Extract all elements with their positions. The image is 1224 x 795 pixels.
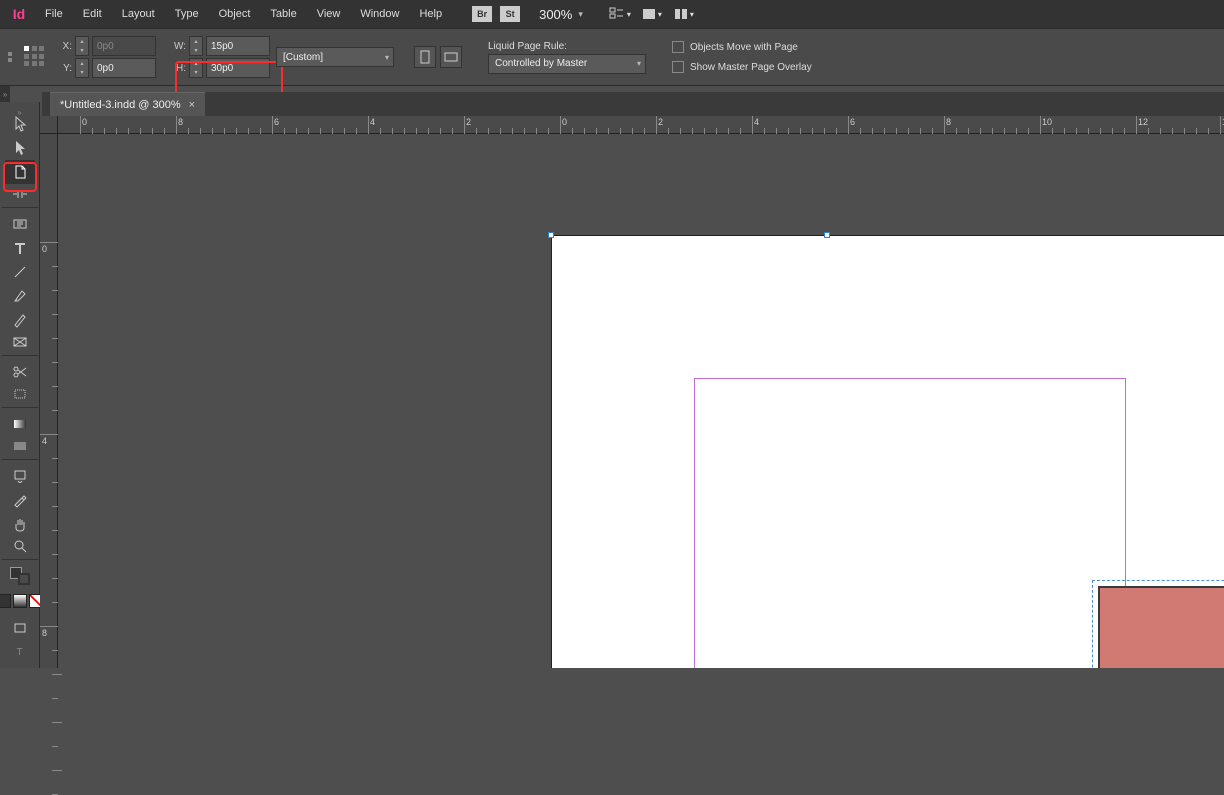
pencil-tool[interactable] bbox=[5, 308, 35, 332]
menu-bar: Id File Edit Layout Type Object Table Vi… bbox=[0, 0, 1224, 28]
objects-move-label: Objects Move with Page bbox=[690, 42, 798, 53]
chevron-down-icon[interactable]: ▾ bbox=[578, 9, 583, 20]
app-logo: Id bbox=[4, 6, 34, 22]
apply-color-button[interactable] bbox=[0, 594, 11, 608]
canvas[interactable] bbox=[58, 134, 1224, 668]
orientation-landscape-button[interactable] bbox=[440, 46, 462, 68]
h-label: H: bbox=[172, 63, 186, 74]
note-tool[interactable] bbox=[5, 464, 35, 488]
line-tool[interactable] bbox=[5, 260, 35, 284]
ruler-origin[interactable] bbox=[40, 116, 58, 134]
pen-tool[interactable] bbox=[5, 284, 35, 308]
gradient-feather-tool[interactable] bbox=[2, 436, 38, 460]
fill-stroke-swap[interactable] bbox=[5, 564, 35, 588]
toolbox: » T bbox=[0, 102, 40, 668]
document-tab-title: *Untitled-3.indd @ 300% bbox=[60, 99, 181, 111]
rectangle-frame-tool[interactable] bbox=[2, 332, 38, 356]
view-mode-preview[interactable]: T bbox=[5, 640, 35, 664]
w-input[interactable] bbox=[206, 36, 270, 56]
stock-button[interactable]: St bbox=[500, 6, 520, 22]
x-label: X: bbox=[58, 41, 72, 52]
tab-close-button[interactable]: × bbox=[189, 99, 195, 111]
placed-rectangle[interactable] bbox=[1098, 586, 1224, 668]
hand-tool[interactable] bbox=[5, 512, 35, 536]
work-area: 0864202468101214 048 bbox=[40, 116, 1224, 668]
menu-window[interactable]: Window bbox=[351, 4, 408, 24]
zoom-level[interactable]: 300% bbox=[539, 7, 572, 22]
content-collector-tool[interactable] bbox=[5, 212, 35, 236]
page-tool[interactable] bbox=[5, 160, 35, 184]
menu-view[interactable]: View bbox=[308, 4, 350, 24]
vertical-ruler[interactable]: 048 bbox=[40, 134, 58, 668]
zoom-tool[interactable] bbox=[2, 536, 38, 560]
gradient-swatch-tool[interactable] bbox=[5, 412, 35, 436]
panel-toggle[interactable]: » bbox=[0, 86, 10, 102]
bridge-button[interactable]: Br bbox=[472, 6, 492, 22]
control-bar: X: ▴▾ Y: ▴▾ W: ▴▾ H: ▴▾ [Custom]▾ bbox=[0, 28, 1224, 86]
menu-layout[interactable]: Layout bbox=[113, 4, 164, 24]
view-options-icon[interactable]: ▾ bbox=[608, 4, 632, 24]
liquid-rule-dropdown[interactable]: Controlled by Master▾ bbox=[488, 54, 646, 74]
horizontal-ruler[interactable]: 0864202468101214 bbox=[58, 116, 1224, 134]
y-spinner[interactable]: ▴▾ bbox=[75, 58, 89, 78]
w-label: W: bbox=[172, 41, 186, 52]
liquid-label: Liquid Page Rule: bbox=[488, 41, 646, 52]
orientation-portrait-button[interactable] bbox=[414, 46, 436, 68]
menu-type[interactable]: Type bbox=[166, 4, 208, 24]
gap-tool[interactable] bbox=[2, 184, 38, 208]
menu-object[interactable]: Object bbox=[210, 4, 260, 24]
type-tool[interactable] bbox=[5, 236, 35, 260]
selection-tool[interactable] bbox=[5, 112, 35, 136]
page-preset-dropdown[interactable]: [Custom]▾ bbox=[276, 47, 394, 67]
master-overlay-checkbox[interactable] bbox=[672, 61, 684, 73]
master-overlay-label: Show Master Page Overlay bbox=[690, 62, 812, 73]
menu-edit[interactable]: Edit bbox=[74, 4, 111, 24]
direct-selection-tool[interactable] bbox=[5, 136, 35, 160]
apply-gradient-button[interactable] bbox=[13, 594, 27, 608]
arrange-documents-icon[interactable]: ▾ bbox=[672, 4, 696, 24]
objects-move-checkbox[interactable] bbox=[672, 41, 684, 53]
y-input[interactable] bbox=[92, 58, 156, 78]
x-spinner[interactable]: ▴▾ bbox=[75, 36, 89, 56]
h-spinner[interactable]: ▴▾ bbox=[189, 58, 203, 78]
reference-point[interactable] bbox=[24, 46, 46, 68]
scissors-tool[interactable] bbox=[5, 360, 35, 384]
menu-table[interactable]: Table bbox=[261, 4, 305, 24]
eyedropper-tool[interactable] bbox=[5, 488, 35, 512]
h-input[interactable] bbox=[206, 58, 270, 78]
document-tab[interactable]: *Untitled-3.indd @ 300% × bbox=[50, 92, 205, 116]
free-transform-tool[interactable] bbox=[2, 384, 38, 408]
x-input[interactable] bbox=[92, 36, 156, 56]
screen-mode-icon[interactable]: ▾ bbox=[640, 4, 664, 24]
w-spinner[interactable]: ▴▾ bbox=[189, 36, 203, 56]
document-tab-bar: *Untitled-3.indd @ 300% × bbox=[42, 92, 1224, 116]
menu-help[interactable]: Help bbox=[410, 4, 451, 24]
y-label: Y: bbox=[58, 63, 72, 74]
view-mode-normal[interactable] bbox=[5, 616, 35, 640]
menu-file[interactable]: File bbox=[36, 4, 72, 24]
